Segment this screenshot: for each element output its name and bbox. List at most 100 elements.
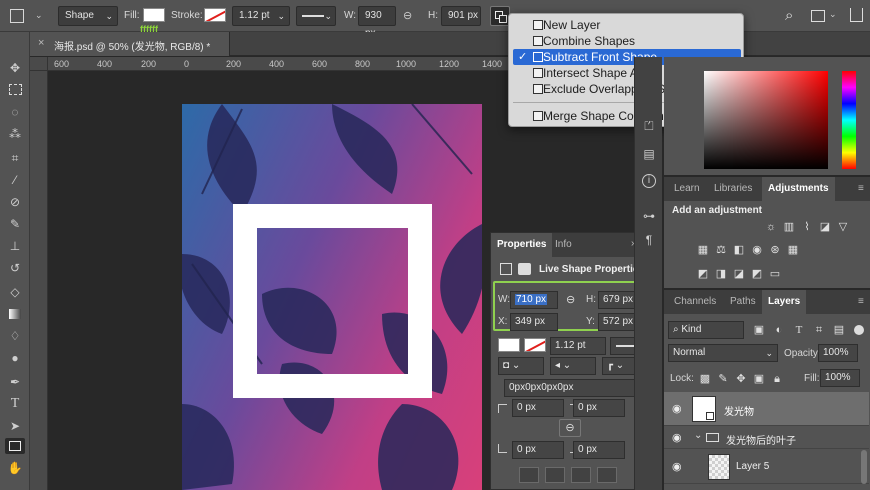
pen-tool-icon[interactable]: ✒ bbox=[7, 374, 23, 390]
shape-x-field[interactable]: 349 px bbox=[510, 313, 558, 331]
layer-filter-select[interactable]: ⌕ Kind bbox=[668, 321, 744, 339]
layers-scrollbar[interactable] bbox=[861, 450, 867, 484]
search-icon[interactable]: ⌕ bbox=[785, 7, 793, 24]
visibility-eye-icon[interactable]: ◉ bbox=[672, 460, 682, 473]
lock-transparency-icon[interactable]: ▩ bbox=[698, 372, 712, 386]
healing-brush-tool-icon[interactable]: ⊘ bbox=[7, 194, 23, 210]
brightness-contrast-icon[interactable]: ☼ bbox=[764, 220, 778, 234]
path-op-exclude-button[interactable] bbox=[597, 467, 617, 483]
blur-tool-icon[interactable]: ♢ bbox=[7, 328, 23, 344]
quick-selection-tool-icon[interactable]: ⁂ bbox=[7, 126, 23, 142]
horizontal-ruler[interactable]: 600 400 200 0 200 400 600 800 1000 1200 … bbox=[48, 57, 510, 71]
shape-stroke-swatch[interactable] bbox=[524, 338, 546, 352]
radius-top-left-field[interactable]: 0 px bbox=[512, 399, 564, 417]
rectangle-tool-preset-icon[interactable] bbox=[10, 9, 24, 23]
lock-all-icon[interactable]: 🔒︎ bbox=[770, 372, 784, 386]
filter-adjustment-icon[interactable]: ◐ bbox=[772, 323, 786, 337]
layer-row[interactable]: ◉ 发光物 bbox=[664, 392, 869, 426]
panel-menu-icon[interactable]: ≡ bbox=[858, 296, 864, 307]
hue-saturation-icon[interactable]: ▦ bbox=[696, 243, 710, 257]
color-lookup-icon[interactable]: ▦ bbox=[786, 243, 800, 257]
gradient-map-icon[interactable]: ▭ bbox=[768, 267, 782, 281]
swatches-icon[interactable]: ▤ bbox=[641, 147, 657, 163]
rectangle-tool-icon[interactable] bbox=[5, 438, 25, 454]
dodge-tool-icon[interactable]: ● bbox=[7, 350, 23, 366]
history-icon[interactable]: ⏍ bbox=[641, 119, 657, 135]
layer-row[interactable]: ◉ ⌄ 发光物后的叶子 bbox=[664, 427, 869, 449]
eyedropper-tool-icon[interactable]: ⁄ bbox=[7, 172, 23, 188]
lock-artboard-icon[interactable]: ▣ bbox=[752, 372, 766, 386]
workspace-icon[interactable] bbox=[811, 10, 825, 22]
shape-stroke-width-field[interactable]: 1.12 pt bbox=[550, 337, 606, 355]
channel-mixer-icon[interactable]: ⊛ bbox=[768, 243, 782, 257]
subtracted-frame-shape[interactable] bbox=[233, 204, 432, 398]
filter-type-icon[interactable]: T bbox=[792, 323, 806, 337]
height-field[interactable]: 901 px bbox=[441, 6, 481, 26]
stroke-caps-select[interactable]: ◂ ⌄ bbox=[550, 357, 596, 375]
threshold-icon[interactable]: ◪ bbox=[732, 267, 746, 281]
fill-swatch[interactable] bbox=[143, 8, 165, 22]
hue-slider[interactable] bbox=[842, 71, 856, 169]
radius-bottom-left-field[interactable]: 0 px bbox=[512, 441, 564, 459]
tool-mode-select[interactable]: Shape ⌄ bbox=[58, 6, 118, 26]
move-tool-icon[interactable]: ✥ bbox=[7, 60, 23, 76]
opacity-field[interactable]: 100% bbox=[818, 344, 858, 362]
curves-icon[interactable]: ⌇ bbox=[800, 220, 814, 234]
chevron-down-icon[interactable]: ⌄ bbox=[829, 9, 837, 20]
chevron-down-icon[interactable]: ⌄ bbox=[694, 430, 702, 441]
levels-icon[interactable]: ▥ bbox=[782, 220, 796, 234]
tab-libraries[interactable]: Libraries bbox=[708, 177, 758, 201]
width-field[interactable]: 930 px bbox=[358, 6, 396, 39]
radius-bottom-right-field[interactable]: 0 px bbox=[573, 441, 625, 459]
stroke-type-select[interactable]: ⌄ bbox=[296, 6, 336, 26]
tab-learn[interactable]: Learn bbox=[668, 177, 706, 201]
stroke-align-select[interactable]: ◘ ⌄ bbox=[498, 357, 544, 375]
layer-fill-field[interactable]: 100% bbox=[820, 369, 860, 387]
filter-toggle-icon[interactable] bbox=[854, 325, 864, 335]
info-icon[interactable]: i bbox=[642, 174, 656, 188]
tab-adjustments[interactable]: Adjustments bbox=[762, 177, 835, 201]
path-op-combine-button[interactable] bbox=[519, 467, 539, 483]
path-op-intersect-button[interactable] bbox=[571, 467, 591, 483]
path-selection-tool-icon[interactable]: ➤ bbox=[7, 418, 23, 434]
clone-stamp-tool-icon[interactable]: ⊥ bbox=[7, 238, 23, 254]
link-corners-button[interactable]: ⊖ bbox=[559, 419, 581, 437]
shape-fill-swatch[interactable] bbox=[498, 338, 520, 352]
hand-tool-icon[interactable]: ✋ bbox=[7, 460, 23, 476]
corner-radii-field[interactable]: 0px0px0px0px bbox=[504, 379, 648, 397]
document-tab[interactable]: × 海报.psd @ 50% (发光物, RGB/8) * bbox=[30, 32, 230, 56]
eraser-tool-icon[interactable]: ◇ bbox=[7, 284, 23, 300]
link-icon[interactable]: ⊖ bbox=[566, 293, 575, 306]
menu-item-combine-shapes[interactable]: Combine Shapes bbox=[513, 33, 741, 49]
radius-top-right-field[interactable]: 0 px bbox=[573, 399, 625, 417]
visibility-eye-icon[interactable]: ◉ bbox=[672, 431, 682, 444]
menu-item-new-layer[interactable]: New Layer bbox=[513, 17, 741, 33]
black-white-icon[interactable]: ◧ bbox=[732, 243, 746, 257]
visibility-eye-icon[interactable]: ◉ bbox=[672, 402, 682, 415]
tab-layers[interactable]: Layers bbox=[762, 290, 807, 314]
chevron-down-icon[interactable]: ⌄ bbox=[35, 10, 43, 21]
tab-paths[interactable]: Paths bbox=[724, 290, 762, 314]
history-brush-tool-icon[interactable]: ↺ bbox=[7, 260, 23, 276]
posterize-icon[interactable]: ◨ bbox=[714, 267, 728, 281]
tab-info[interactable]: Info bbox=[549, 233, 578, 257]
brush-tool-icon[interactable]: ✎ bbox=[7, 216, 23, 232]
share-icon[interactable] bbox=[850, 8, 863, 22]
tab-channels[interactable]: Channels bbox=[668, 290, 722, 314]
color-balance-icon[interactable]: ⚖ bbox=[714, 243, 728, 257]
layer-row[interactable]: ◉ Layer 5 bbox=[664, 450, 869, 484]
filter-shape-icon[interactable]: ⌗ bbox=[812, 323, 826, 337]
paragraph-icon[interactable]: ¶ bbox=[641, 233, 657, 249]
lasso-tool-icon[interactable]: ◌ bbox=[7, 104, 23, 120]
marquee-tool-icon[interactable] bbox=[7, 82, 23, 98]
blend-mode-select[interactable]: Normal ⌄ bbox=[668, 344, 778, 362]
selective-color-icon[interactable]: ◩ bbox=[750, 267, 764, 281]
vertical-ruler[interactable] bbox=[30, 71, 48, 490]
crop-tool-icon[interactable]: ⌗ bbox=[7, 150, 23, 166]
link-icon[interactable]: ⊖ bbox=[403, 9, 412, 22]
stroke-swatch[interactable] bbox=[204, 8, 226, 22]
path-op-subtract-button[interactable] bbox=[545, 467, 565, 483]
vibrance-icon[interactable]: ▽ bbox=[836, 220, 850, 234]
lock-position-icon[interactable]: ✥ bbox=[734, 372, 748, 386]
character-icon[interactable]: ⊶ bbox=[641, 209, 657, 225]
